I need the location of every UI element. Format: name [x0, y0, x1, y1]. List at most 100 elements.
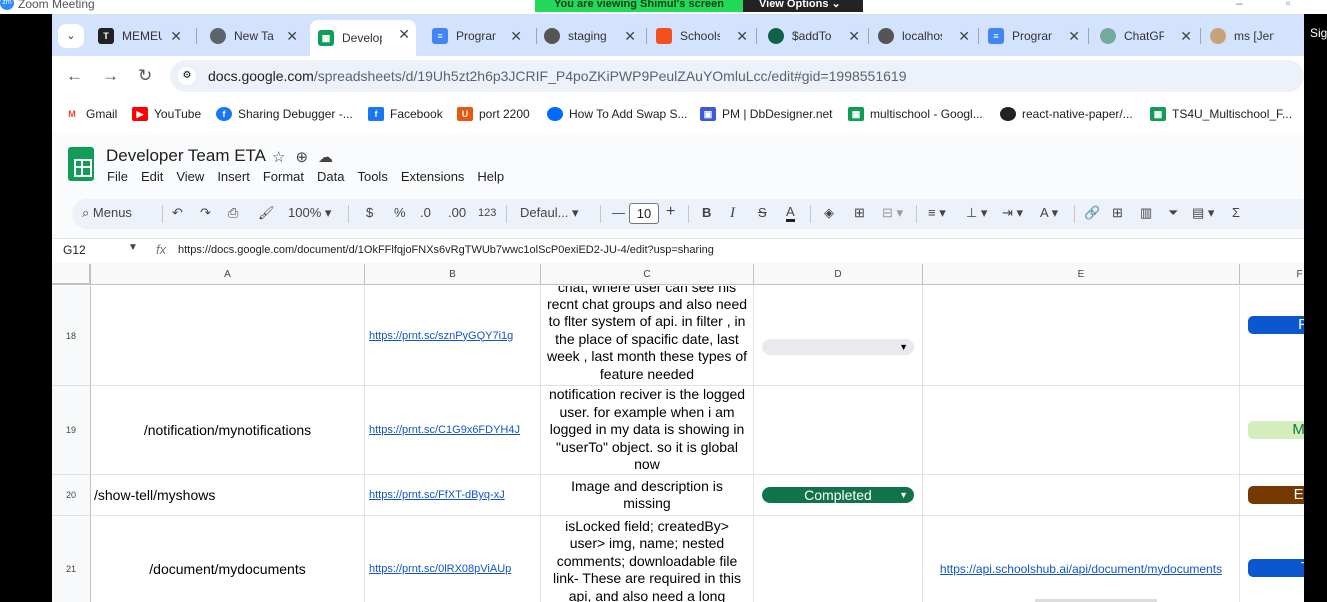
status-dropdown-chip[interactable]: Completed ▼: [762, 487, 914, 503]
tab-developer-team-eta[interactable]: ▦ Developer Team ETA ✕: [310, 20, 416, 56]
filter-icon[interactable]: ⏷: [1168, 205, 1178, 221]
row-header-19[interactable]: 19: [52, 386, 91, 475]
cell-f19[interactable]: Mahmud: [1240, 386, 1304, 475]
bookmark-multischool[interactable]: ▦ multischool - Googl...: [848, 107, 983, 121]
column-header-a[interactable]: A: [91, 264, 365, 285]
increase-decimal-button[interactable]: .00: [448, 205, 466, 220]
row-header-20[interactable]: 20: [52, 475, 91, 516]
tab-addto[interactable]: $addTo ✕: [760, 22, 866, 50]
cell-c20[interactable]: Image and description is missing: [541, 475, 754, 516]
tab-ms-jen[interactable]: ms [Jen: [1202, 22, 1308, 50]
close-icon[interactable]: ✕: [398, 26, 410, 43]
close-icon[interactable]: ✕: [1068, 28, 1080, 45]
cell-d21[interactable]: [754, 516, 923, 602]
bookmark-react-native-paper[interactable]: react-native-paper/...: [1000, 107, 1133, 121]
bookmark-gmail[interactable]: M Gmail: [64, 107, 117, 121]
font-size-decrease-icon[interactable]: —: [612, 205, 625, 220]
forward-arrow-icon[interactable]: →: [102, 66, 119, 86]
undo-icon[interactable]: ↶: [172, 205, 183, 221]
cell-e21[interactable]: https://api.schoolshub.ai/api/document/m…: [923, 516, 1240, 602]
status-dropdown-chip[interactable]: ▼: [762, 339, 914, 355]
menu-edit[interactable]: Edit: [141, 169, 163, 184]
menu-file[interactable]: File: [107, 169, 128, 184]
vertical-align-icon[interactable]: ⊥ ▾: [966, 205, 987, 221]
fill-color-icon[interactable]: ◈: [824, 205, 834, 221]
tab-schools[interactable]: Schools ✕: [648, 22, 754, 50]
cell-a18[interactable]: [91, 286, 365, 386]
tab-memeu[interactable]: T MEMEU ✕: [90, 22, 188, 50]
assignee-chip[interactable]: Farukh: [1248, 316, 1304, 334]
cell-f21[interactable]: Trisha: [1240, 516, 1304, 602]
decrease-decimal-button[interactable]: .0: [420, 205, 431, 220]
bookmark-ts4u[interactable]: ▦ TS4U_Multischool_F...: [1150, 107, 1292, 121]
sheets-logo-icon[interactable]: [68, 147, 94, 181]
close-icon[interactable]: ✕: [1180, 28, 1192, 45]
tab-chatgpt[interactable]: ChatGPT ✕: [1092, 22, 1198, 50]
number-format-button[interactable]: 123: [478, 207, 496, 219]
percent-button[interactable]: %: [394, 205, 406, 220]
font-size-input[interactable]: 10: [629, 203, 659, 224]
cell-d20[interactable]: Completed ▼: [754, 475, 923, 516]
reload-icon[interactable]: ↻: [138, 66, 152, 86]
minimize-icon[interactable]: –: [1236, 0, 1243, 10]
formula-input[interactable]: https://docs.google.com/document/d/1OkFF…: [178, 244, 714, 256]
chevron-down-icon[interactable]: ▼: [128, 242, 138, 253]
font-size-increase-icon[interactable]: +: [666, 203, 675, 221]
cell-d19[interactable]: [754, 386, 923, 475]
cell-d18[interactable]: ▼: [754, 286, 923, 386]
cell-b18[interactable]: https://prnt.sc/sznPyGQY7i1g: [365, 286, 541, 386]
borders-icon[interactable]: ⊞: [854, 205, 865, 221]
italic-icon[interactable]: I: [730, 205, 735, 222]
column-header-e[interactable]: E: [923, 264, 1240, 285]
cell-e19[interactable]: [923, 386, 1240, 475]
cell-c19[interactable]: notification reciver is the logged user.…: [541, 386, 754, 475]
cell-b20[interactable]: https://prnt.sc/FfXT-dByq-xJ: [365, 475, 541, 516]
merge-cells-icon[interactable]: ⊟ ▾: [882, 205, 903, 221]
cloud-status-icon[interactable]: ☁: [318, 148, 333, 166]
star-icon[interactable]: ☆: [272, 148, 285, 166]
cell-b19[interactable]: https://prnt.sc/C1G9x6FDYH4J: [365, 386, 541, 475]
tab-staging[interactable]: staging ✕: [536, 22, 642, 50]
functions-icon[interactable]: Σ: [1232, 205, 1240, 220]
bookmark-dbdesigner[interactable]: ▣ PM | DbDesigner.net: [700, 107, 833, 121]
menu-view[interactable]: View: [176, 169, 204, 184]
cell-e20[interactable]: [923, 475, 1240, 516]
menu-data[interactable]: Data: [317, 169, 344, 184]
insert-comment-icon[interactable]: ⊞: [1112, 205, 1123, 221]
close-icon[interactable]: ✕: [624, 28, 636, 45]
move-folder-icon[interactable]: ⊕: [295, 148, 308, 166]
insert-chart-icon[interactable]: ▥: [1140, 205, 1152, 221]
menu-format[interactable]: Format: [263, 169, 304, 184]
text-wrap-icon[interactable]: ⇥ ▾: [1002, 205, 1023, 221]
cell-c18[interactable]: chat, where user can see his recnt chat …: [541, 286, 754, 386]
cell-e18[interactable]: [923, 286, 1240, 386]
column-header-f[interactable]: F: [1240, 264, 1304, 285]
column-header-d[interactable]: D: [754, 264, 923, 285]
horizontal-align-icon[interactable]: ≡ ▾: [928, 205, 946, 221]
column-header-c[interactable]: C: [541, 264, 754, 285]
menu-extensions[interactable]: Extensions: [401, 169, 465, 184]
assignee-chip[interactable]: Mahmud: [1248, 421, 1304, 439]
menu-help[interactable]: Help: [477, 169, 504, 184]
cell-f18[interactable]: Farukh: [1240, 286, 1304, 386]
text-color-icon[interactable]: A: [786, 205, 795, 222]
redo-icon[interactable]: ↷: [200, 205, 211, 221]
filter-views-icon[interactable]: ▤ ▾: [1192, 205, 1214, 221]
cell-a21[interactable]: /document/mydocuments: [91, 516, 365, 602]
cell-a20[interactable]: /show-tell/myshows: [91, 475, 365, 516]
strikethrough-icon[interactable]: S: [758, 205, 767, 220]
bookmark-port-2200[interactable]: Uport 2200: [457, 107, 530, 121]
cell-b21[interactable]: https://prnt.sc/0lRX08pViAUp: [365, 516, 541, 602]
bookmark-swap[interactable]: How To Add Swap S...: [547, 107, 688, 121]
insert-link-icon[interactable]: 🔗: [1084, 205, 1100, 221]
currency-button[interactable]: $: [366, 205, 373, 220]
cell-c21[interactable]: isLocked field; createdBy> user> img, na…: [541, 516, 754, 602]
assignee-chip[interactable]: Trisha: [1248, 559, 1304, 577]
name-box[interactable]: G12: [63, 243, 86, 257]
bookmark-sharing-debugger[interactable]: f Sharing Debugger -...: [216, 107, 353, 121]
print-icon[interactable]: ⎙: [228, 205, 238, 221]
bold-icon[interactable]: B: [702, 205, 711, 220]
maximize-icon[interactable]: ▫: [1286, 0, 1290, 10]
paint-format-icon[interactable]: 🖌: [258, 205, 275, 221]
column-header-b[interactable]: B: [365, 264, 541, 285]
